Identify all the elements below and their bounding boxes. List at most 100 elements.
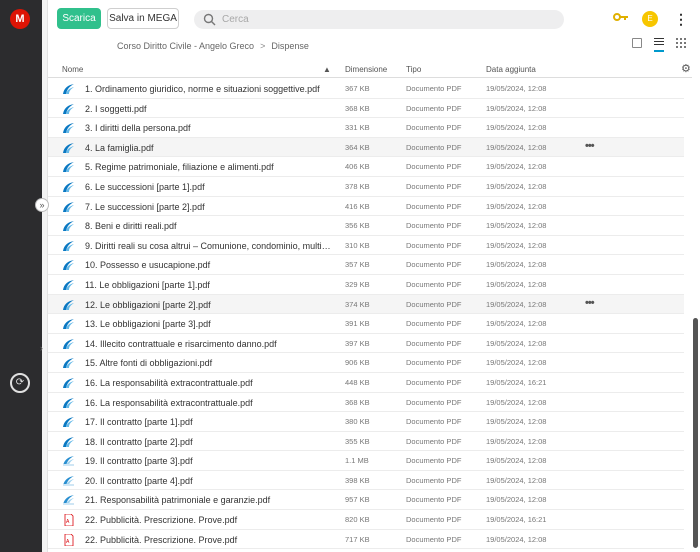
thumbnail-view-icon[interactable] bbox=[632, 38, 642, 48]
column-size-header[interactable]: Dimensione bbox=[345, 65, 387, 74]
table-row[interactable]: 20. Il contratto [parte 4].pdf 398 KB Docu… bbox=[48, 471, 684, 491]
list-view-icon[interactable] bbox=[654, 38, 664, 52]
table-row[interactable]: 11. Le obbligazioni [parte 1].pdf 329 KB D… bbox=[48, 275, 684, 295]
file-type: Documento PDF bbox=[406, 358, 462, 368]
search-bar[interactable] bbox=[194, 10, 564, 29]
table-row[interactable]: 21. Responsabilità patrimoniale e garanz… bbox=[48, 490, 684, 511]
table-row[interactable]: 4. La famiglia.pdf 364 KB Documento PDF 19/… bbox=[48, 137, 684, 158]
file-name[interactable]: 4. La famiglia.pdf bbox=[85, 143, 335, 153]
column-type-header[interactable]: Tipo bbox=[406, 65, 421, 74]
file-name[interactable]: 6. Le successioni [parte 1].pdf bbox=[85, 182, 335, 192]
table-row[interactable]: 7. Le successioni [parte 2].pdf 416 KB Doc… bbox=[48, 197, 684, 217]
grid-view-icon[interactable] bbox=[676, 38, 686, 48]
chevron-right-icon[interactable]: › bbox=[40, 341, 48, 355]
file-name[interactable]: 5. Regime patrimoniale, filiazione e ali… bbox=[85, 162, 335, 172]
file-date: 19/05/2024, 12:08 bbox=[486, 475, 547, 485]
table-row[interactable]: 5. Regime patrimoniale, filiazione e ali… bbox=[48, 157, 684, 177]
mega-logo-icon[interactable]: M bbox=[10, 9, 30, 29]
file-name[interactable]: 2. I soggetti.pdf bbox=[85, 104, 335, 114]
table-row[interactable]: 2. I soggetti.pdf 368 KB Documento PDF 19/0… bbox=[48, 99, 684, 119]
key-icon[interactable] bbox=[613, 12, 628, 24]
file-name[interactable]: 7. Le successioni [parte 2].pdf bbox=[85, 202, 335, 212]
mega-file-icon bbox=[62, 299, 75, 311]
mega-file-icon bbox=[62, 122, 75, 134]
table-row[interactable]: 9. Diritti reali su cosa altrui – Comuni… bbox=[48, 236, 684, 256]
mega-file-icon bbox=[62, 357, 75, 369]
table-row[interactable]: 17. Il contratto [parte 1].pdf 380 KB Docu… bbox=[48, 412, 684, 432]
file-date: 19/05/2024, 12:08 bbox=[486, 299, 547, 309]
scrollbar-thumb[interactable] bbox=[693, 318, 698, 548]
sync-icon[interactable]: ⟳ bbox=[10, 373, 30, 393]
table-row[interactable]: 14. Illecito contrattuale e risarcimento… bbox=[48, 334, 684, 354]
file-name[interactable]: 13. Le obbligazioni [parte 3].pdf bbox=[85, 319, 335, 329]
file-date: 19/05/2024, 12:08 bbox=[486, 103, 547, 113]
table-row[interactable]: 18. Il contratto [parte 2].pdf 355 KB Docu… bbox=[48, 432, 684, 452]
file-name[interactable]: 16. La responsabilità extracontrattuale.… bbox=[85, 378, 335, 388]
file-name[interactable]: 15. Altre fonti di obbligazioni.pdf bbox=[85, 358, 335, 368]
file-name[interactable]: 20. Il contratto [parte 4].pdf bbox=[85, 476, 335, 486]
table-row[interactable]: 16. La responsabilità extracontrattuale.… bbox=[48, 393, 684, 413]
table-row[interactable]: A 22. Pubblicità. Prescrizione. Prove.pdf… bbox=[48, 530, 684, 550]
table-row[interactable]: 13. Le obbligazioni [parte 3].pdf 391 KB D… bbox=[48, 314, 684, 334]
gear-icon[interactable]: ⚙ bbox=[681, 62, 691, 75]
sort-ascending-icon[interactable]: ▲ bbox=[323, 65, 331, 74]
table-row[interactable]: 19. Il contratto [parte 3].pdf 1.1 MB Docu… bbox=[48, 451, 684, 471]
file-size: 368 KB bbox=[345, 397, 370, 407]
file-name[interactable]: 18. Il contratto [parte 2].pdf bbox=[85, 437, 335, 447]
table-row[interactable]: 1. Ordinamento giuridico, norme e situaz… bbox=[48, 79, 684, 99]
file-date: 19/05/2024, 12:08 bbox=[486, 495, 547, 505]
file-type: Documento PDF bbox=[406, 397, 462, 407]
file-date: 19/05/2024, 12:08 bbox=[486, 436, 547, 446]
column-name-header[interactable]: Nome bbox=[62, 65, 83, 74]
file-size: 717 KB bbox=[345, 534, 370, 544]
mega-file-icon-alt bbox=[62, 455, 75, 467]
table-row[interactable]: 16. La responsabilità extracontrattuale.… bbox=[48, 373, 684, 393]
mega-file-icon bbox=[62, 103, 75, 115]
save-to-mega-button[interactable]: Salva in MEGA bbox=[107, 8, 179, 29]
file-size: 448 KB bbox=[345, 377, 370, 387]
table-row[interactable]: A 22. Pubblicità. Prescrizione. Prove.pdf… bbox=[48, 510, 684, 530]
file-name[interactable]: 16. La responsabilità extracontrattuale.… bbox=[85, 398, 335, 408]
file-size: 331 KB bbox=[345, 123, 370, 133]
view-switcher bbox=[632, 38, 686, 52]
file-date: 19/05/2024, 12:08 bbox=[486, 534, 547, 544]
file-type: Documento PDF bbox=[406, 475, 462, 485]
mega-file-icon bbox=[62, 220, 75, 232]
file-name[interactable]: 19. Il contratto [parte 3].pdf bbox=[85, 456, 335, 466]
table-row[interactable]: 6. Le successioni [parte 1].pdf 378 KB Doc… bbox=[48, 177, 684, 197]
file-name[interactable]: 22. Pubblicità. Prescrizione. Prove.pdf bbox=[85, 535, 335, 545]
file-name[interactable]: 21. Responsabilità patrimoniale e garanz… bbox=[85, 495, 335, 505]
table-row[interactable]: 8. Beni e diritti reali.pdf 356 KB Documen… bbox=[48, 216, 684, 236]
file-name[interactable]: 11. Le obbligazioni [parte 1].pdf bbox=[85, 280, 335, 290]
file-name[interactable]: 17. Il contratto [parte 1].pdf bbox=[85, 417, 335, 427]
avatar[interactable]: E bbox=[642, 11, 658, 27]
more-options-icon[interactable]: ••• bbox=[585, 297, 595, 309]
download-button[interactable]: Scarica bbox=[57, 8, 101, 29]
expand-panel-icon[interactable]: » bbox=[35, 198, 49, 212]
more-vertical-icon[interactable]: ⋮ bbox=[674, 10, 688, 28]
table-row[interactable]: 10. Possesso e usucapione.pdf 357 KB Docum… bbox=[48, 255, 684, 275]
file-name[interactable]: 14. Illecito contrattuale e risarcimento… bbox=[85, 339, 335, 349]
file-name[interactable]: 3. I diritti della persona.pdf bbox=[85, 123, 335, 133]
file-type: Documento PDF bbox=[406, 260, 462, 270]
breadcrumb-item-current[interactable]: Dispense bbox=[271, 41, 309, 51]
file-name[interactable]: 10. Possesso e usucapione.pdf bbox=[85, 260, 335, 270]
file-size: 356 KB bbox=[345, 221, 370, 231]
file-type: Documento PDF bbox=[406, 456, 462, 466]
table-row[interactable]: 12. Le obbligazioni [parte 2].pdf 374 KB D… bbox=[48, 294, 684, 315]
table-row[interactable]: 15. Altre fonti di obbligazioni.pdf 906 K… bbox=[48, 353, 684, 373]
breadcrumb-item-course[interactable]: Corso Diritto Civile - Angelo Greco bbox=[117, 41, 254, 51]
file-date: 19/05/2024, 12:08 bbox=[486, 221, 547, 231]
file-date: 19/05/2024, 16:21 bbox=[486, 515, 547, 525]
file-name[interactable]: 1. Ordinamento giuridico, norme e situaz… bbox=[85, 84, 335, 94]
file-type: Documento PDF bbox=[406, 221, 462, 231]
search-input[interactable] bbox=[222, 12, 522, 27]
file-name[interactable]: 9. Diritti reali su cosa altrui – Comuni… bbox=[85, 241, 335, 251]
table-row[interactable]: 3. I diritti della persona.pdf 331 KB Docu… bbox=[48, 118, 684, 138]
column-date-header[interactable]: Data aggiunta bbox=[486, 65, 536, 74]
file-name[interactable]: 8. Beni e diritti reali.pdf bbox=[85, 221, 335, 231]
file-name[interactable]: 22. Pubblicità. Prescrizione. Prove.pdf bbox=[85, 515, 335, 525]
more-options-icon[interactable]: ••• bbox=[585, 140, 595, 152]
file-name[interactable]: 12. Le obbligazioni [parte 2].pdf bbox=[85, 300, 335, 310]
file-size: 380 KB bbox=[345, 417, 370, 427]
